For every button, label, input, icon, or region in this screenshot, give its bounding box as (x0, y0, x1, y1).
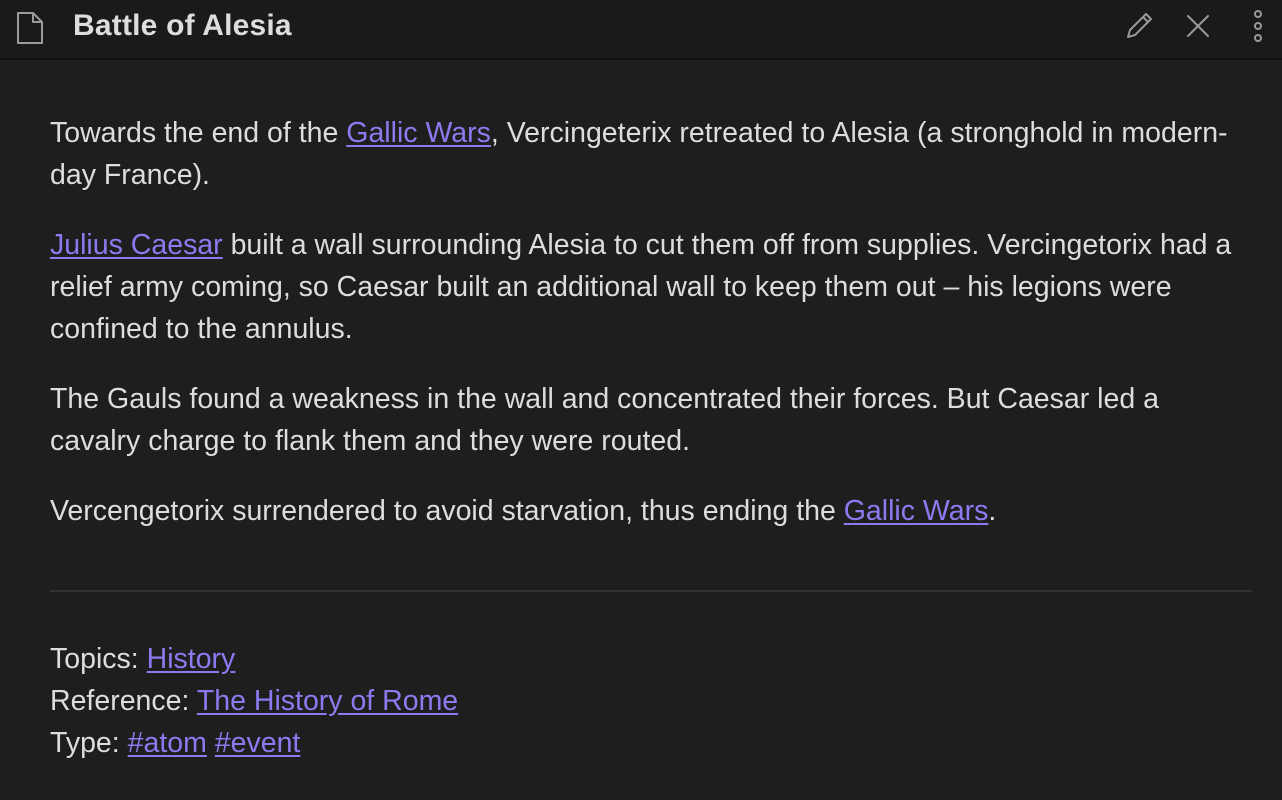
link-history[interactable]: History (147, 643, 236, 675)
type-label: Type: (50, 727, 128, 759)
reference-label: Reference: (50, 685, 197, 717)
paragraph-4: Vercengetorix surrendered to avoid starv… (50, 495, 997, 527)
paragraph-1: Towards the end of the Gallic Wars, Verc… (50, 117, 1228, 191)
document-icon (16, 11, 44, 45)
topics-line: Topics: History (50, 638, 458, 680)
close-button[interactable] (1180, 10, 1216, 46)
pencil-icon (1123, 10, 1155, 47)
paragraph-2: Julius Caesar built a wall surrounding A… (50, 229, 1232, 345)
note-body: Towards the end of the Gallic Wars, Verc… (50, 112, 1250, 560)
paragraph-3: The Gauls found a weakness in the wall a… (50, 383, 1159, 457)
tag-atom[interactable]: #atom (128, 727, 207, 759)
edit-button[interactable] (1121, 10, 1157, 46)
more-options-button[interactable] (1240, 9, 1276, 48)
close-icon (1184, 12, 1212, 45)
tag-event[interactable]: #event (215, 727, 301, 759)
divider (50, 590, 1252, 592)
link-gallic-wars-2[interactable]: Gallic Wars (844, 495, 989, 527)
type-line: Type: #atom #event (50, 722, 458, 764)
topics-label: Topics: (50, 643, 147, 675)
more-options-icon (1252, 9, 1264, 48)
link-gallic-wars[interactable]: Gallic Wars (346, 117, 491, 149)
reference-line: Reference: The History of Rome (50, 680, 458, 722)
link-history-of-rome[interactable]: The History of Rome (197, 685, 458, 717)
note-metadata: Topics: History Reference: The History o… (50, 638, 458, 764)
note-title: Battle of Alesia (73, 9, 292, 42)
link-julius-caesar[interactable]: Julius Caesar (50, 229, 223, 261)
note-header: Battle of Alesia (0, 0, 1282, 60)
